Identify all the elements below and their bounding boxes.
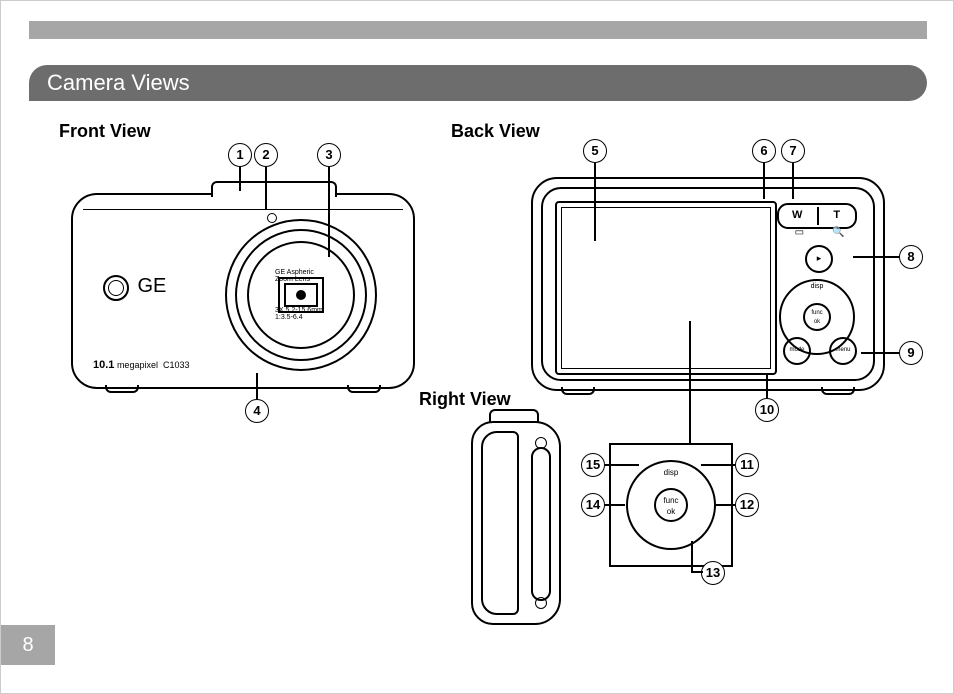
leader-1 [239, 167, 241, 191]
model-number: C1033 [163, 360, 190, 370]
menu-button: menu [829, 337, 857, 365]
dpad-top-label: disp [811, 283, 824, 290]
callout-5: 5 [583, 139, 607, 163]
page-number-tab: 8 [1, 625, 55, 665]
zoom-tele-label: T [819, 205, 855, 225]
menu-label: menu [835, 347, 850, 353]
callout-15: 15 [581, 453, 605, 477]
callout-2: 2 [254, 143, 278, 167]
leader-6 [763, 163, 765, 199]
back-inner-frame: W T ▭ 🔍 ▸ disp func ok mode menu [541, 187, 875, 381]
zoom-wide-label: W [779, 205, 815, 225]
leader-3 [328, 167, 330, 257]
front-foot-right [347, 385, 381, 393]
section-title-bar: Camera Views [29, 65, 927, 101]
megapixel-word: megapixel [117, 360, 158, 370]
lens-barrel: GE Aspheric Zoom Lens 3X 5.2-15.6mm 1:3.… [225, 219, 377, 371]
play-icon: ▸ [817, 253, 822, 263]
dpad-detail-center: func ok [654, 488, 688, 522]
playback-button: ▸ [805, 245, 833, 273]
callout-3: 3 [317, 143, 341, 167]
megapixel-label: 10.1 megapixel C1033 [93, 359, 190, 371]
leader-10 [766, 373, 768, 398]
mode-label: mode [789, 347, 804, 353]
callout-8: 8 [899, 245, 923, 269]
back-foot-left [561, 387, 595, 395]
func-label: func [811, 310, 822, 316]
zoom-rocker: W T [777, 203, 857, 229]
front-shutter-housing [211, 181, 337, 197]
callout-12: 12 [735, 493, 759, 517]
callout-14: 14 [581, 493, 605, 517]
lcd-inner [561, 207, 771, 369]
front-view-label: Front View [59, 121, 151, 142]
back-foot-right [821, 387, 855, 395]
back-view-label: Back View [451, 121, 540, 142]
callout-10: 10 [755, 398, 779, 422]
leader-13v [691, 541, 693, 571]
brand-text: GE [137, 275, 166, 297]
page-number: 8 [22, 634, 33, 656]
af-assist-lamp [267, 213, 277, 223]
callout-1: 1 [228, 143, 252, 167]
dpad-center: func ok [803, 303, 831, 331]
side-front-ridge [481, 431, 519, 615]
zoom-symbols: ▭ 🔍 [781, 227, 857, 238]
side-screw-top [535, 437, 547, 449]
callout-9: 9 [899, 341, 923, 365]
zoom-out-icon: ▭ [781, 227, 817, 238]
detail-top-label: disp [664, 468, 679, 477]
leader-13h [691, 571, 703, 573]
section-title: Camera Views [47, 70, 190, 95]
ok-label: ok [814, 319, 820, 325]
callout-11: 11 [735, 453, 759, 477]
brand-area: GE [103, 275, 166, 301]
top-gray-bar [29, 21, 927, 39]
callout-13: 13 [701, 561, 725, 585]
side-grip [531, 447, 551, 601]
side-camera-body [471, 421, 561, 625]
leader-9 [861, 352, 899, 354]
zoom-divider [817, 207, 819, 225]
leader-7 [792, 163, 794, 199]
leader-8 [853, 256, 899, 258]
front-top-edge [83, 199, 403, 210]
zoom-in-icon: 🔍 [820, 227, 856, 238]
front-foot-left [105, 385, 139, 393]
ge-monogram-icon [103, 275, 129, 301]
lcd-screen [555, 201, 777, 375]
leader-14 [605, 504, 625, 506]
leader-4 [256, 373, 258, 399]
leader-detail [689, 321, 691, 445]
leader-11 [701, 464, 735, 466]
lens-aperture [278, 277, 324, 313]
leader-15 [605, 464, 639, 466]
right-view-label: Right View [419, 389, 511, 410]
detail-func-label: func [663, 496, 678, 505]
callout-4: 4 [245, 399, 269, 423]
callout-6: 6 [752, 139, 776, 163]
detail-ok-label: ok [667, 507, 675, 516]
side-screw-bottom [535, 597, 547, 609]
callout-7: 7 [781, 139, 805, 163]
mode-button: mode [783, 337, 811, 365]
back-camera-body: W T ▭ 🔍 ▸ disp func ok mode menu [531, 177, 885, 391]
front-camera-body: GE 10.1 megapixel C1033 GE Aspheric Zoom… [71, 193, 415, 389]
leader-5 [594, 163, 596, 241]
leader-2 [265, 167, 267, 209]
dpad-detail-ring: disp func ok [626, 460, 716, 550]
leader-12 [715, 504, 735, 506]
megapixel-value: 10.1 [93, 359, 114, 371]
